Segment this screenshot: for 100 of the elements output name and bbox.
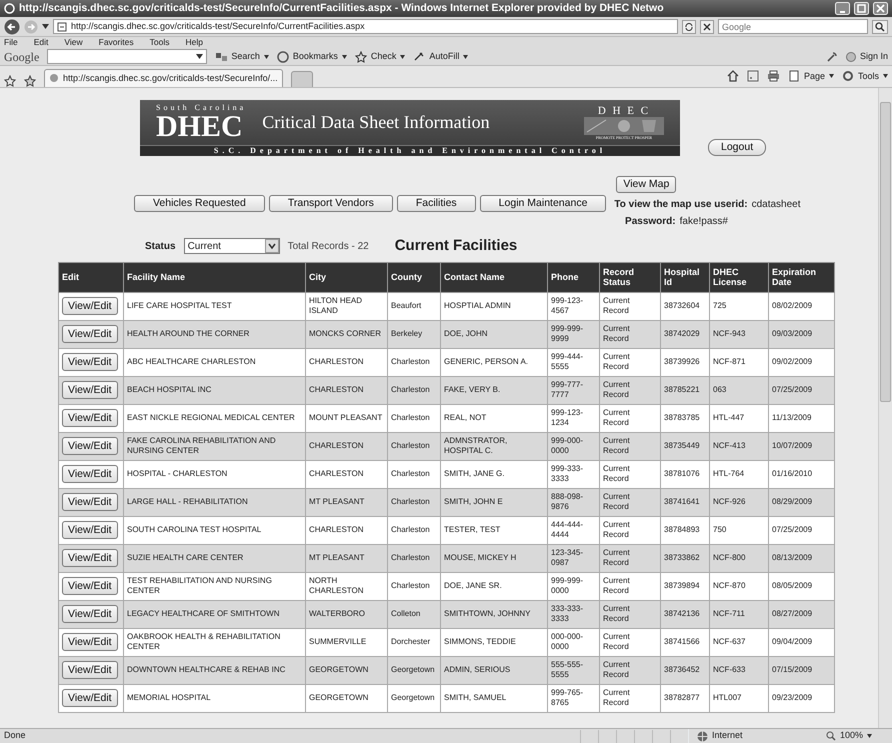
scrollbar[interactable]	[878, 88, 892, 728]
table-cell: REAL, NOT	[440, 404, 548, 432]
minimize-button[interactable]	[835, 2, 850, 15]
table-cell: SUMMERVILLE	[306, 628, 388, 656]
view-edit-button[interactable]: View/Edit	[62, 689, 118, 707]
home-icon[interactable]	[726, 70, 739, 82]
view-edit-button[interactable]: View/Edit	[62, 605, 118, 623]
page-heading: Current Facilities	[394, 236, 518, 256]
google-logo: Google	[4, 48, 40, 66]
back-icon[interactable]	[4, 18, 20, 34]
view-edit-button[interactable]: View/Edit	[62, 661, 118, 679]
stop-icon[interactable]	[700, 20, 714, 34]
table-cell: CHARLESTON	[306, 460, 388, 488]
table-cell: GEORGETOWN	[306, 684, 388, 712]
logout-button[interactable]: Logout	[708, 139, 766, 156]
table-cell: OAKBROOK HEALTH & REHABILITATION CENTER	[124, 628, 306, 656]
table-cell: GEORGETOWN	[306, 656, 388, 684]
dropdown-icon	[400, 54, 406, 58]
table-cell: HEALTH AROUND THE CORNER	[124, 320, 306, 348]
table-cell: LEGACY HEALTHCARE OF SMITHTOWN	[124, 600, 306, 628]
toolbar-button[interactable]: Check	[354, 50, 406, 64]
nav-button[interactable]: Login Maintenance	[480, 195, 606, 212]
table-cell: NCF-711	[710, 600, 768, 628]
toolbar-search-field[interactable]	[47, 49, 208, 64]
table-cell: 01/16/2010	[768, 460, 834, 488]
view-edit-button[interactable]: View/Edit	[62, 549, 118, 567]
menu-item[interactable]: File	[4, 36, 18, 49]
nav-button[interactable]: Facilities	[396, 195, 476, 212]
table-cell: 09/02/2009	[768, 348, 834, 376]
search-icon[interactable]	[872, 20, 888, 34]
command-button[interactable]: Page	[788, 70, 834, 83]
view-edit-button[interactable]: View/Edit	[62, 577, 118, 595]
maximize-button[interactable]	[854, 2, 869, 15]
table-cell: 07/25/2009	[768, 516, 834, 544]
table-cell: NCF-800	[710, 544, 768, 572]
table-cell: 08/29/2009	[768, 488, 834, 516]
close-button[interactable]	[873, 2, 888, 15]
table-cell: Dorchester	[388, 628, 440, 656]
table-cell: Current Record	[600, 516, 660, 544]
view-edit-button[interactable]: View/Edit	[62, 521, 118, 539]
dropdown-icon	[264, 239, 279, 254]
sign-in-button[interactable]: Sign In	[846, 50, 888, 64]
view-edit-button[interactable]: View/Edit	[62, 297, 118, 315]
wrench-icon[interactable]	[826, 50, 838, 62]
dropdown-icon	[264, 54, 269, 58]
feed-icon[interactable]	[746, 70, 759, 82]
dropdown-icon[interactable]	[42, 24, 49, 29]
status-dropdown[interactable]: Current	[184, 238, 280, 254]
table-cell: 38735449	[660, 432, 710, 460]
menu-item[interactable]: Tools	[150, 36, 170, 49]
column-header: Phone	[548, 262, 600, 292]
view-edit-button[interactable]: View/Edit	[62, 465, 118, 483]
printer-icon[interactable]	[766, 70, 780, 82]
search-field[interactable]: Google	[718, 19, 868, 34]
view-edit-button[interactable]: View/Edit	[62, 493, 118, 511]
table-cell: LIFE CARE HOSPITAL TEST	[124, 292, 306, 320]
address-field[interactable]: http://scangis.dhec.sc.gov/criticalds-test/SecureInfo/CurrentFacilities.aspx	[53, 19, 678, 34]
table-cell: 38733862	[660, 544, 710, 572]
view-edit-button[interactable]: View/Edit	[62, 381, 118, 399]
table-cell: 38732604	[660, 292, 710, 320]
command-button[interactable]: Tools	[842, 70, 888, 83]
table-cell: MOUNT PLEASANT	[306, 404, 388, 432]
view-edit-button[interactable]: View/Edit	[62, 633, 118, 651]
table-cell: Charleston	[388, 572, 440, 600]
table-cell: MT PLEASANT	[306, 488, 388, 516]
password-text: fake!pass#	[680, 215, 728, 229]
table-cell: Current Record	[600, 628, 660, 656]
view-edit-button[interactable]: View/Edit	[62, 325, 118, 343]
view-edit-button[interactable]: View/Edit	[62, 353, 118, 371]
menu-item[interactable]: Help	[185, 36, 203, 49]
browser-tab[interactable]: http://scangis.dhec.sc.gov/criticalds-test/SecureInfo/...	[44, 68, 283, 87]
favorites-star-icon[interactable]	[4, 75, 16, 87]
menu-item[interactable]: View	[64, 36, 83, 49]
nav-button[interactable]: Vehicles Requested	[134, 195, 265, 212]
zoom-control[interactable]: 100%	[818, 729, 888, 743]
toolbar-button[interactable]: Search	[215, 50, 269, 64]
table-cell: 999-777-7777	[548, 376, 600, 404]
view-edit-button[interactable]: View/Edit	[62, 409, 118, 427]
column-header: Contact Name	[440, 262, 548, 292]
table-cell: NCF-926	[710, 488, 768, 516]
table-cell: 38784893	[660, 516, 710, 544]
table-cell: MT PLEASANT	[306, 544, 388, 572]
status-label: Status	[145, 240, 176, 254]
refresh-icon[interactable]	[682, 20, 696, 34]
nav-button[interactable]: Transport Vendors	[268, 195, 393, 212]
view-map-button[interactable]: View Map	[616, 176, 676, 193]
table-cell: GENERIC, PERSON A.	[440, 348, 548, 376]
menu-item[interactable]: Favorites	[98, 36, 134, 49]
table-cell: Current Record	[600, 600, 660, 628]
toolbar-button[interactable]: Bookmarks	[276, 50, 347, 64]
view-edit-button[interactable]: View/Edit	[62, 437, 118, 455]
menu-item[interactable]: Edit	[34, 36, 48, 49]
add-favorite-icon[interactable]	[24, 75, 36, 87]
toolbar-button[interactable]: AutoFill	[413, 50, 468, 64]
table-cell: MOUSE, MICKEY H	[440, 544, 548, 572]
table-cell: Charleston	[388, 488, 440, 516]
circle-icon	[846, 52, 856, 62]
table-cell: Georgetown	[388, 684, 440, 712]
table-cell: 063	[710, 376, 768, 404]
column-header: City	[306, 262, 388, 292]
